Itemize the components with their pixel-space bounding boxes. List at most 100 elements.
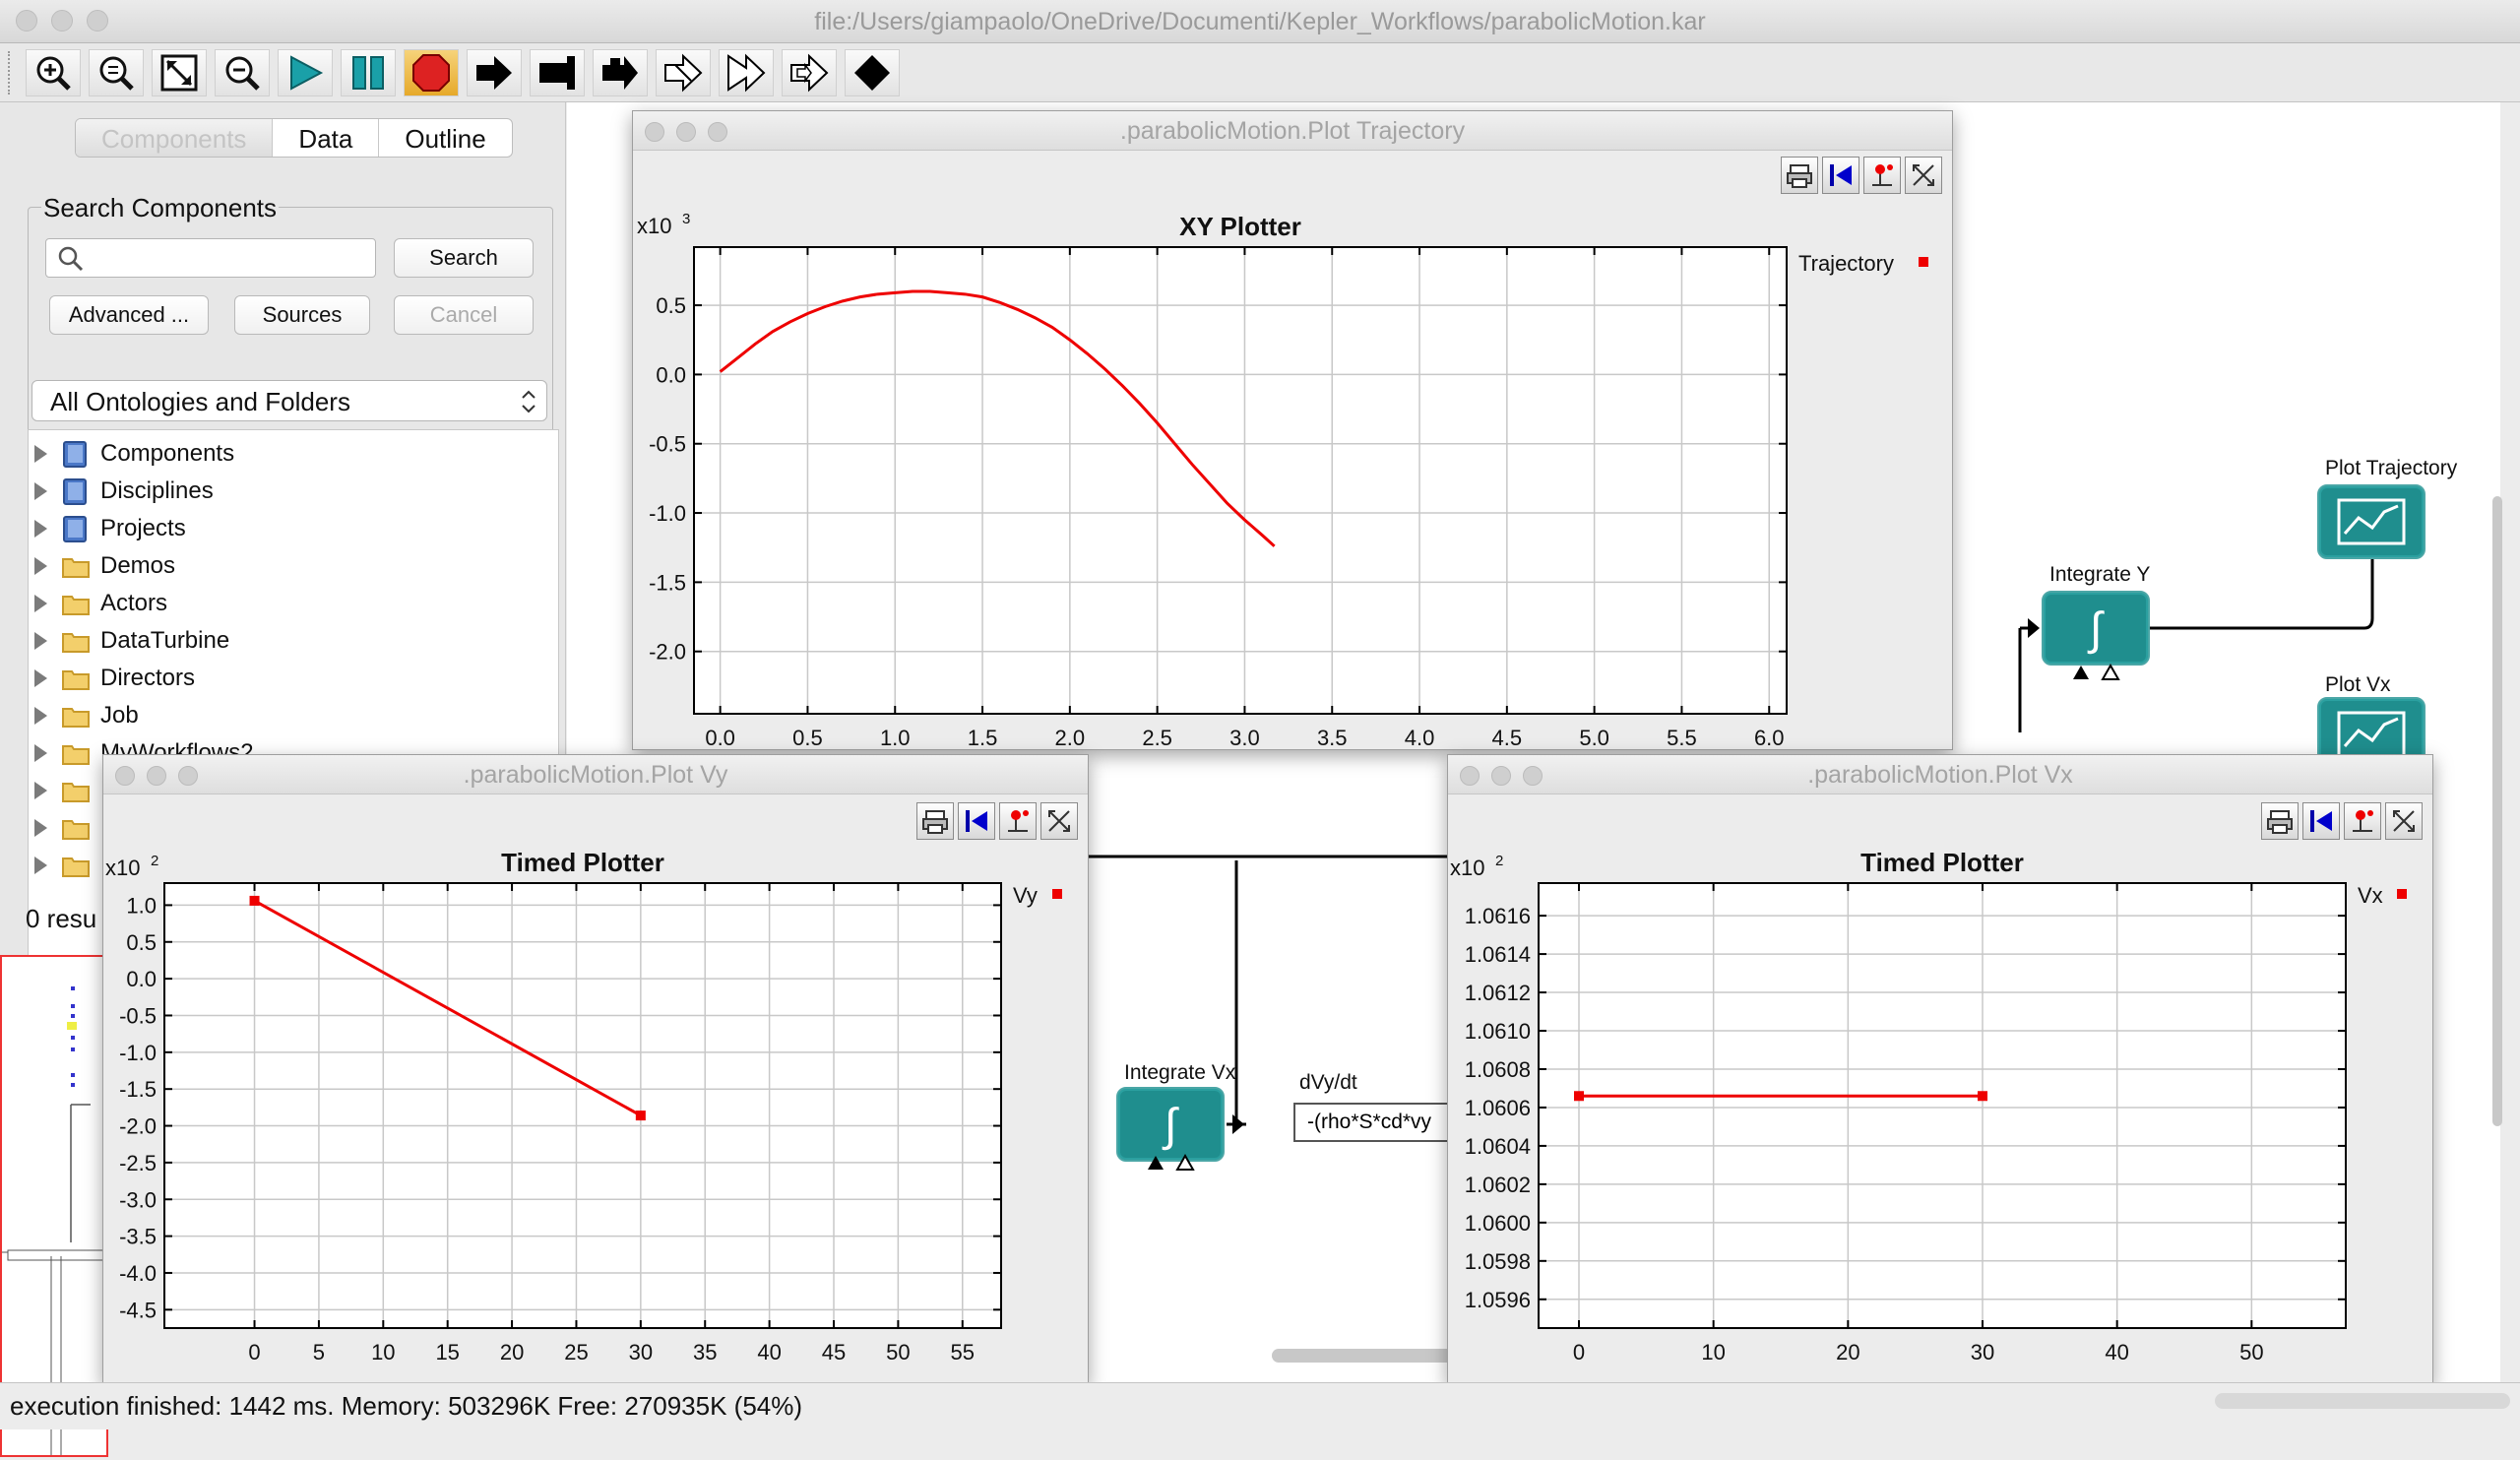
zoom-reset-button[interactable] bbox=[89, 49, 144, 96]
tree-item[interactable]: Job bbox=[34, 698, 139, 733]
integrate-y-actor[interactable]: ∫ bbox=[2042, 591, 2150, 666]
expand-triangle-icon[interactable] bbox=[34, 445, 47, 463]
x-tick-label: 3.5 bbox=[1317, 726, 1348, 749]
expand-triangle-icon[interactable] bbox=[34, 782, 47, 799]
zoom-reset-icon bbox=[99, 56, 134, 91]
x-tick-label: 55 bbox=[951, 1340, 975, 1365]
search-button[interactable]: Search bbox=[394, 238, 534, 278]
step-forward-button[interactable] bbox=[593, 49, 648, 96]
x-tick-label: 20 bbox=[1836, 1340, 1859, 1365]
tab-data[interactable]: Data bbox=[273, 119, 380, 157]
tree-item[interactable]: Directors bbox=[34, 661, 195, 696]
folder-icon bbox=[62, 558, 90, 578]
minimize-light[interactable] bbox=[147, 766, 166, 786]
advanced-button[interactable]: Advanced ... bbox=[49, 295, 209, 335]
folder-icon bbox=[62, 745, 90, 765]
status-scrollbar[interactable] bbox=[2215, 1393, 2510, 1409]
y-tick-label: 1.0610 bbox=[1465, 1019, 1531, 1044]
expand-triangle-icon[interactable] bbox=[34, 819, 47, 837]
plot-vy-chart[interactable]: Timed Plotter 0 5 10 15 20 25 30 35 40 45 50 55 1.0 0.… bbox=[103, 794, 1088, 1383]
minimize-light[interactable] bbox=[676, 122, 696, 142]
tree-item-hidden[interactable] bbox=[34, 848, 91, 883]
legend-label: Trajectory bbox=[1798, 251, 1894, 276]
zoom-light[interactable] bbox=[178, 766, 198, 786]
tree-item[interactable]: Disciplines bbox=[34, 474, 214, 509]
y-tick-label: -2.5 bbox=[119, 1151, 157, 1175]
loop-button-1[interactable] bbox=[656, 49, 711, 96]
tree-item[interactable]: DataTurbine bbox=[34, 623, 229, 659]
plot-trajectory-actor[interactable] bbox=[2317, 484, 2426, 559]
zoom-out-button[interactable] bbox=[215, 49, 270, 96]
legend-label: Vx bbox=[2358, 883, 2383, 908]
expand-triangle-icon[interactable] bbox=[34, 669, 47, 687]
close-light[interactable] bbox=[1460, 766, 1480, 786]
close-light[interactable] bbox=[115, 766, 135, 786]
plot-trajectory-label: Plot Trajectory bbox=[2325, 457, 2458, 479]
diamond-icon bbox=[854, 55, 890, 91]
folder-icon bbox=[62, 596, 90, 615]
zoom-in-button[interactable] bbox=[26, 49, 81, 96]
cancel-button[interactable]: Cancel bbox=[394, 295, 534, 335]
x-tick-label: 0 bbox=[248, 1340, 260, 1365]
y-exponent-label: x10 bbox=[105, 856, 140, 880]
tree-item[interactable]: Projects bbox=[34, 511, 186, 546]
run-button[interactable] bbox=[278, 49, 333, 96]
folder-icon bbox=[62, 783, 90, 802]
breakpoint-button[interactable] bbox=[845, 49, 900, 96]
integrate-vx-actor[interactable]: ∫ bbox=[1116, 1087, 1225, 1162]
step-end-button[interactable] bbox=[530, 49, 585, 96]
zoom-light[interactable] bbox=[1523, 766, 1543, 786]
y-tick-label: 1.0602 bbox=[1465, 1173, 1531, 1197]
tree-item-label: Demos bbox=[100, 552, 176, 579]
canvas-vscrollbar[interactable] bbox=[2492, 496, 2502, 1126]
expand-triangle-icon[interactable] bbox=[34, 744, 47, 762]
expand-triangle-icon[interactable] bbox=[34, 707, 47, 725]
close-light[interactable] bbox=[645, 122, 664, 142]
minimize-light[interactable] bbox=[1491, 766, 1511, 786]
y-tick-label: 1.0608 bbox=[1465, 1057, 1531, 1082]
loop-button-3[interactable] bbox=[782, 49, 837, 96]
ontology-select-value: All Ontologies and Folders bbox=[50, 387, 350, 416]
pause-button[interactable] bbox=[341, 49, 396, 96]
zoom-fit-button[interactable] bbox=[152, 49, 207, 96]
search-input[interactable] bbox=[45, 238, 376, 278]
tree-item[interactable]: Actors bbox=[34, 586, 167, 621]
tab-outline[interactable]: Outline bbox=[379, 119, 511, 157]
y-tick-label: -3.0 bbox=[119, 1187, 157, 1212]
y-tick-label: 1.0616 bbox=[1465, 904, 1531, 928]
y-exponent-label: x10 bbox=[1450, 856, 1484, 880]
window-title: file:/Users/giampaolo/OneDrive/Documenti… bbox=[814, 8, 1706, 35]
x-tick-label: 50 bbox=[886, 1340, 910, 1365]
y-tick-label: 1.0600 bbox=[1465, 1211, 1531, 1236]
plot-trajectory-chart[interactable]: XY Plotter 0.0 0.5 1.0 1.5 2.0 2.5 3.0 3.5 4.0 4.5… bbox=[633, 151, 1952, 749]
sources-button[interactable]: Sources bbox=[234, 295, 370, 335]
loop-button-2[interactable] bbox=[719, 49, 774, 96]
tree-item[interactable]: Components bbox=[34, 436, 234, 472]
expand-triangle-icon[interactable] bbox=[34, 520, 47, 538]
tree-item-hidden[interactable] bbox=[34, 773, 91, 808]
plot-title: Timed Plotter bbox=[1860, 848, 2024, 877]
plot-vx-window: .parabolicMotion.Plot Vx Timed Plotter 0 1… bbox=[1447, 754, 2433, 1384]
ontology-select[interactable]: All Ontologies and Folders bbox=[32, 380, 547, 421]
dvy-dt-label: dVy/dt bbox=[1299, 1071, 1357, 1094]
expand-triangle-icon[interactable] bbox=[34, 632, 47, 650]
dvy-dt-expression[interactable]: -(rho*S*cd*vy bbox=[1293, 1103, 1451, 1142]
svg-text:∫: ∫ bbox=[2087, 603, 2105, 655]
expand-triangle-icon[interactable] bbox=[34, 857, 47, 874]
search-section-title: Search Components bbox=[41, 193, 280, 223]
expand-triangle-icon[interactable] bbox=[34, 595, 47, 612]
expand-triangle-icon[interactable] bbox=[34, 557, 47, 575]
y-tick-label: -0.5 bbox=[649, 432, 686, 457]
folder-icon bbox=[62, 820, 90, 840]
tree-item[interactable]: Demos bbox=[34, 548, 175, 584]
stop-button[interactable] bbox=[404, 49, 459, 96]
step-button[interactable] bbox=[467, 49, 522, 96]
folder-icon bbox=[62, 670, 90, 690]
tree-item-hidden[interactable] bbox=[34, 810, 91, 846]
plot-vx-chart[interactable]: Timed Plotter 0 10 20 30 40 50 1.0616 1.0614 1.06… bbox=[1448, 794, 2432, 1383]
zoom-light[interactable] bbox=[708, 122, 727, 142]
expand-triangle-icon[interactable] bbox=[34, 482, 47, 500]
search-icon bbox=[58, 246, 84, 272]
tab-components[interactable]: Components bbox=[76, 119, 274, 157]
status-text: execution finished: 1442 ms. Memory: 503… bbox=[10, 1391, 803, 1421]
